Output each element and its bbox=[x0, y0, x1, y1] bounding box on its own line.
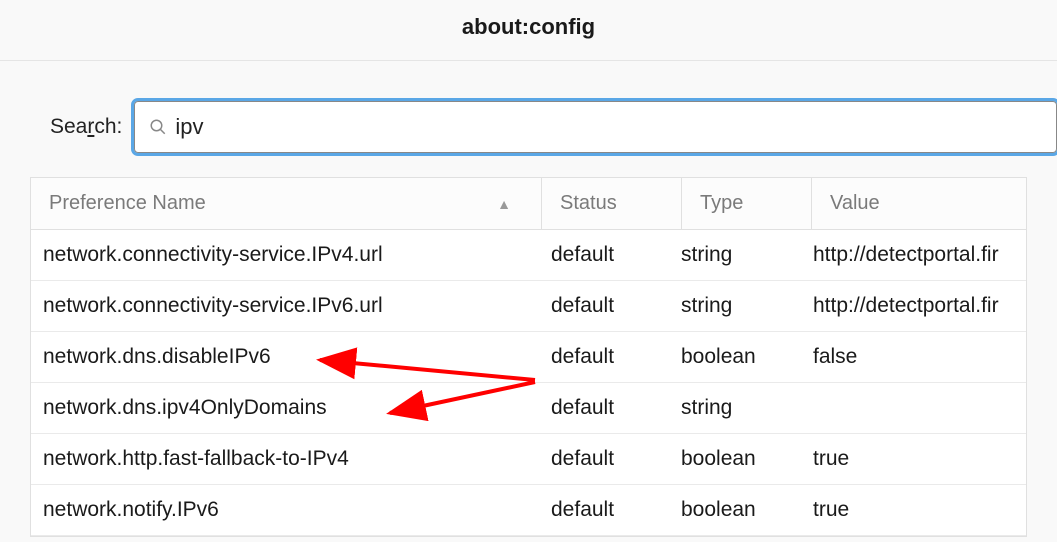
pref-value: http://detectportal.fir bbox=[811, 281, 1026, 331]
pref-status: default bbox=[541, 281, 681, 331]
column-header-type-label: Type bbox=[700, 192, 743, 215]
column-header-name[interactable]: Preference Name ▲ bbox=[31, 178, 541, 229]
pref-type: string bbox=[681, 383, 811, 433]
preferences-table: Preference Name ▲ Status Type Value netw… bbox=[30, 177, 1027, 537]
column-header-status-label: Status bbox=[560, 192, 617, 215]
pref-name: network.notify.IPv6 bbox=[31, 485, 541, 535]
pref-status: default bbox=[541, 434, 681, 484]
pref-status: default bbox=[541, 230, 681, 280]
table-row[interactable]: network.dns.disableIPv6defaultbooleanfal… bbox=[31, 332, 1026, 383]
pref-value: true bbox=[811, 434, 1026, 484]
table-header: Preference Name ▲ Status Type Value bbox=[31, 178, 1026, 230]
table-row[interactable]: network.connectivity-service.IPv6.urldef… bbox=[31, 281, 1026, 332]
table-row[interactable]: network.dns.ipv4OnlyDomainsdefaultstring bbox=[31, 383, 1026, 434]
column-header-value-label: Value bbox=[830, 192, 880, 215]
pref-status: default bbox=[541, 332, 681, 382]
pref-status: default bbox=[541, 485, 681, 535]
pref-value: http://detectportal.fir bbox=[811, 230, 1026, 280]
pref-type: boolean bbox=[681, 485, 811, 535]
pref-value: false bbox=[811, 332, 1026, 382]
search-label: Search: bbox=[50, 115, 122, 139]
pref-name: network.dns.disableIPv6 bbox=[31, 332, 541, 382]
search-bar: Search: bbox=[0, 61, 1057, 177]
pref-name: network.http.fast-fallback-to-IPv4 bbox=[31, 434, 541, 484]
pref-name: network.connectivity-service.IPv6.url bbox=[31, 281, 541, 331]
page-header: about:config bbox=[0, 0, 1057, 61]
pref-type: boolean bbox=[681, 434, 811, 484]
column-header-value[interactable]: Value bbox=[811, 178, 1026, 229]
pref-type: boolean bbox=[681, 332, 811, 382]
column-header-name-label: Preference Name bbox=[49, 192, 206, 215]
pref-status: default bbox=[541, 383, 681, 433]
table-row[interactable]: network.notify.IPv6defaultbooleantrue bbox=[31, 485, 1026, 536]
table-row[interactable]: network.http.fast-fallback-to-IPv4defaul… bbox=[31, 434, 1026, 485]
sort-ascending-icon: ▲ bbox=[497, 196, 511, 212]
page-title: about:config bbox=[0, 14, 1057, 40]
pref-value bbox=[811, 383, 1026, 433]
search-icon bbox=[149, 118, 167, 136]
pref-type: string bbox=[681, 230, 811, 280]
pref-type: string bbox=[681, 281, 811, 331]
pref-value: true bbox=[811, 485, 1026, 535]
search-input-wrapper[interactable] bbox=[134, 101, 1057, 153]
column-header-type[interactable]: Type bbox=[681, 178, 811, 229]
search-input[interactable] bbox=[175, 114, 1042, 140]
pref-name: network.dns.ipv4OnlyDomains bbox=[31, 383, 541, 433]
table-row[interactable]: network.connectivity-service.IPv4.urldef… bbox=[31, 230, 1026, 281]
column-header-status[interactable]: Status bbox=[541, 178, 681, 229]
pref-name: network.connectivity-service.IPv4.url bbox=[31, 230, 541, 280]
